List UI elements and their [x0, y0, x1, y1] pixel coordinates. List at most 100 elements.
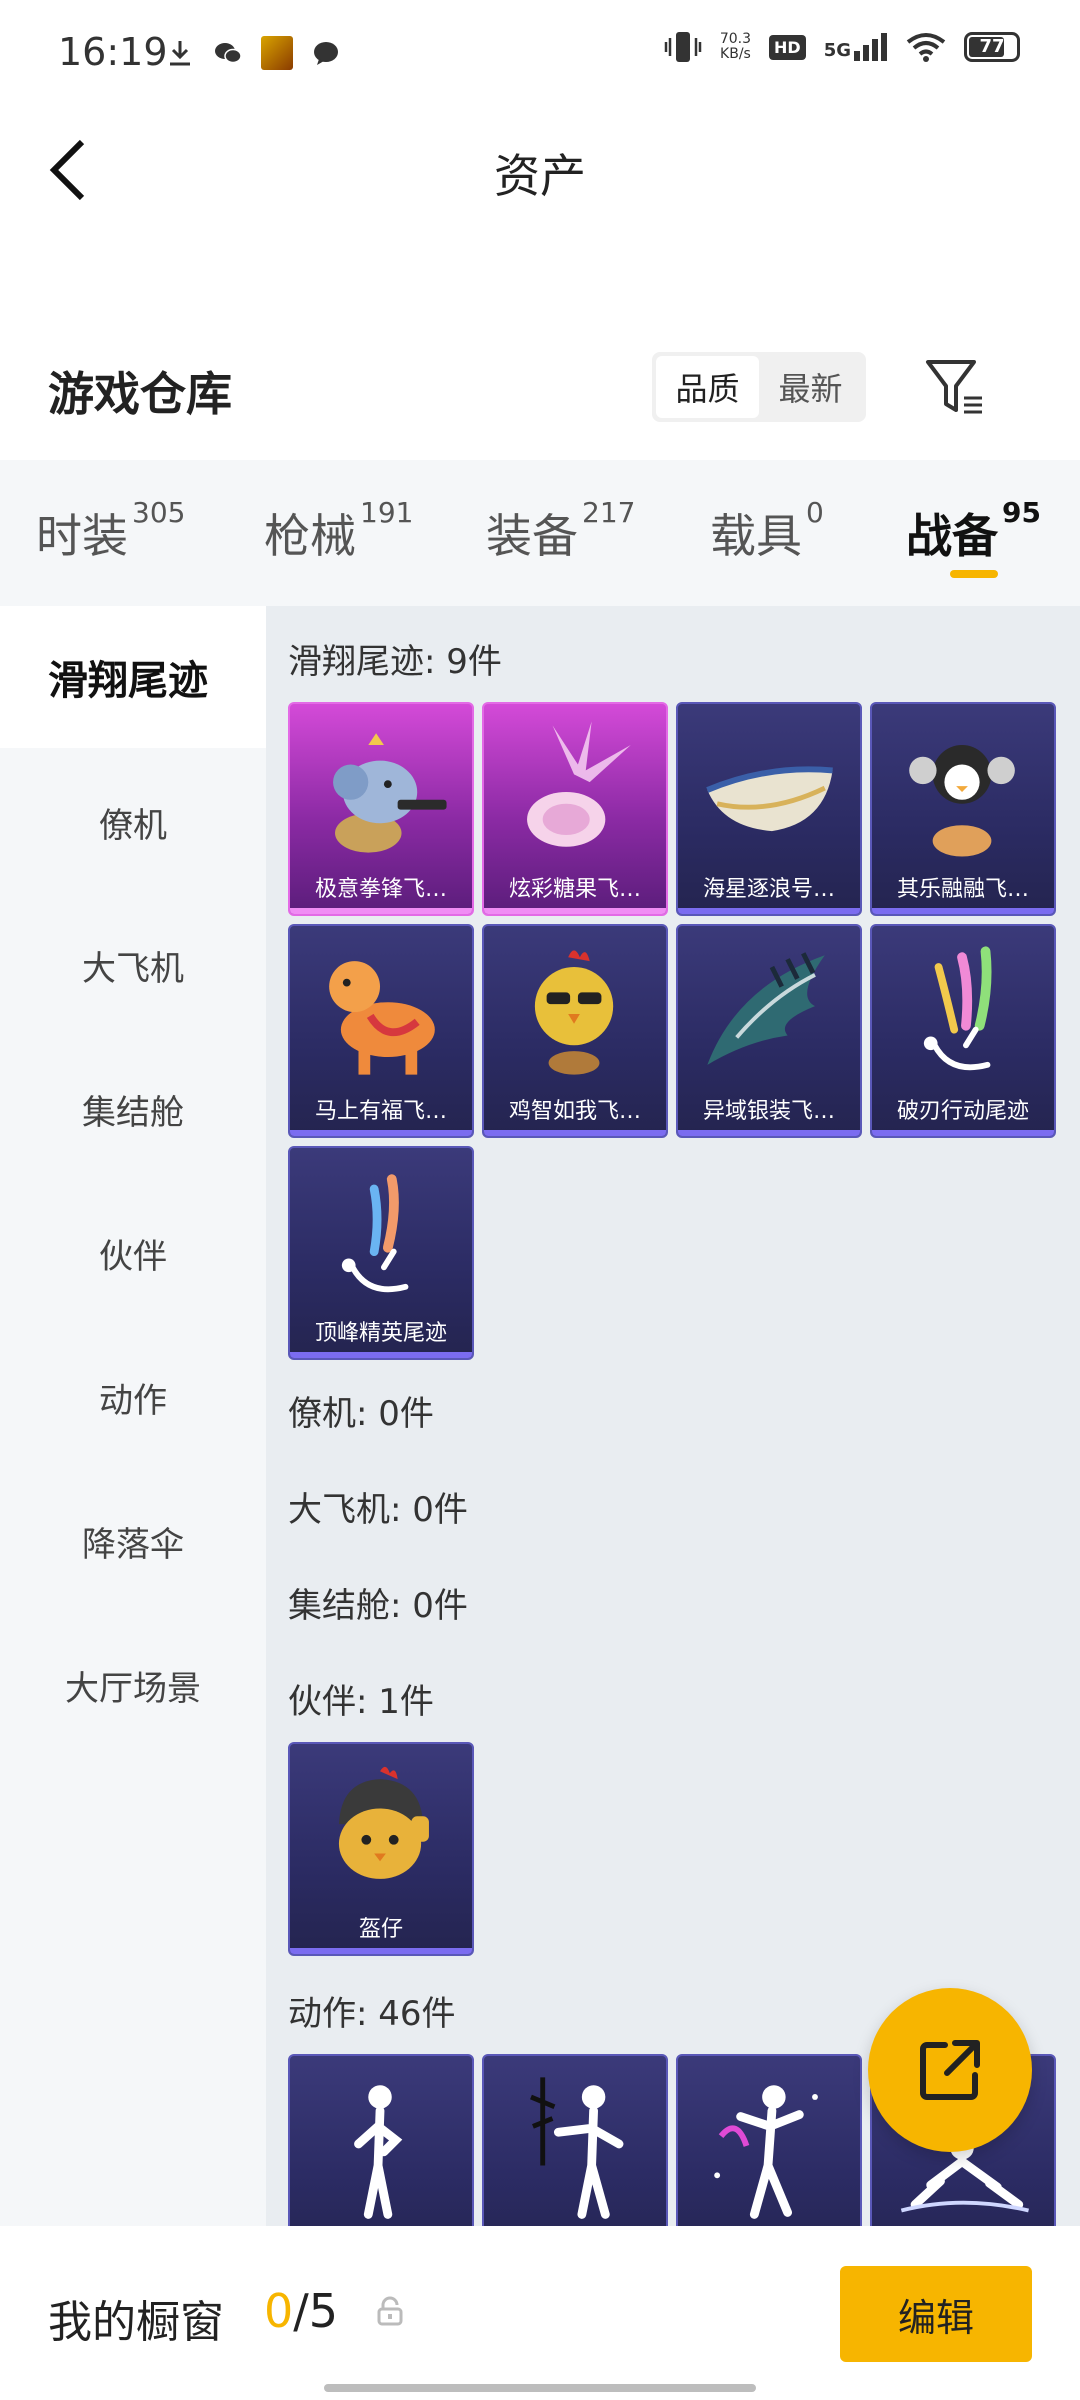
tab-count: 217 — [582, 495, 636, 529]
penguin-toy-icon — [909, 744, 1015, 857]
item-grid-area: 滑翔尾迹: 9件 极意拳锋飞… 炫彩糖果飞… 海星逐浪号… 其乐融融飞… 马上有… — [266, 606, 1080, 2226]
candy-wrapper-icon — [527, 721, 631, 847]
item-card[interactable]: 极意拳锋飞… — [288, 702, 474, 916]
showcase-total: /5 — [293, 2284, 339, 2338]
status-bar: 16:19 70.3 KB/s HD 5G 77 — [0, 0, 1080, 110]
sort-option-newest[interactable]: 最新 — [759, 356, 862, 418]
item-card[interactable]: 炫彩糖果飞… — [482, 702, 668, 916]
pose-figure-icon — [354, 2085, 403, 2219]
app-header: 资产 — [0, 110, 1080, 230]
signal-type-label: 5G — [823, 40, 851, 61]
sidebar-item-emote[interactable]: 动作 — [0, 1326, 266, 1468]
sidebar-item-lobby-scene[interactable]: 大厅场景 — [0, 1614, 266, 1756]
rarity-bar — [872, 908, 1054, 914]
tab-count: 305 — [132, 495, 186, 529]
download-icon — [170, 41, 190, 66]
section-header-big-plane: 大飞机: 0件 — [288, 1490, 468, 1530]
message-icon — [314, 42, 338, 65]
rarity-bar — [678, 908, 860, 914]
item-card[interactable]: 破刃行动尾迹 — [870, 924, 1056, 1138]
rarity-bar — [872, 1130, 1054, 1136]
sidebar-item-companion[interactable]: 伙伴 — [0, 1182, 266, 1324]
rooster-icon — [534, 950, 614, 1075]
battery-level: 77 — [979, 36, 1005, 57]
warehouse-title: 游戏仓库 — [48, 367, 232, 421]
sidebar-item-pod[interactable]: 集结舱 — [0, 1038, 266, 1180]
tab-label: 战备 — [906, 509, 998, 563]
item-card[interactable]: 顶峰精英尾迹 — [288, 1146, 474, 1360]
showcase-title: 我的橱窗 — [48, 2297, 224, 2348]
item-name: 盔仔 — [358, 1917, 403, 1942]
item-name: 其乐融融飞… — [896, 877, 1029, 902]
system-icons: 70.3 KB/s HD 5G 77 — [664, 30, 1020, 64]
item-card[interactable] — [482, 2054, 668, 2226]
tab-weapons[interactable]: 枪械 191 — [264, 496, 413, 566]
item-card[interactable]: 异域银装飞… — [676, 924, 862, 1138]
boat-icon — [706, 766, 833, 832]
item-card[interactable] — [288, 2054, 474, 2226]
pose-figure-icon — [530, 2077, 624, 2219]
tab-count: 0 — [806, 495, 824, 529]
tab-label: 装备 — [486, 509, 578, 563]
share-button[interactable] — [868, 1988, 1032, 2152]
signal-bars-icon — [854, 33, 887, 61]
item-name: 马上有福飞… — [314, 1099, 447, 1124]
elephant-toy-icon — [333, 733, 447, 853]
rarity-bar — [290, 1948, 472, 1954]
rarity-bar — [290, 908, 472, 914]
lock-icon[interactable] — [376, 2296, 404, 2326]
sort-option-quality[interactable]: 品质 — [656, 356, 759, 418]
dance-figure-icon — [714, 2085, 818, 2219]
cell-signal: 5G — [824, 33, 888, 61]
tab-vehicles[interactable]: 载具 0 — [710, 496, 824, 566]
item-name: 极意拳锋飞… — [314, 877, 447, 902]
tab-equipment[interactable]: 装备 217 — [486, 496, 635, 566]
section-header-companion: 伙伴: 1件 — [288, 1682, 434, 1722]
home-indicator[interactable] — [324, 2384, 756, 2392]
section-header-wingman: 僚机: 0件 — [288, 1394, 434, 1434]
tab-count: 95 — [1002, 495, 1041, 529]
tab-combat-prep[interactable]: 战备 95 — [906, 496, 1041, 566]
section-header-pod: 集结舱: 0件 — [288, 1586, 468, 1626]
item-name: 破刃行动尾迹 — [896, 1099, 1029, 1124]
skydiver-trail-icon — [341, 1174, 409, 1293]
item-card[interactable] — [676, 2054, 862, 2226]
active-tab-indicator — [950, 570, 998, 578]
edit-button[interactable]: 编辑 — [840, 2266, 1032, 2362]
page-title: 资产 — [494, 149, 586, 203]
item-name: 炫彩糖果飞… — [508, 877, 641, 902]
rarity-bar — [484, 908, 666, 914]
notification-icons — [165, 36, 341, 70]
vibrate-icon — [664, 32, 702, 62]
item-card[interactable]: 其乐融融飞… — [870, 702, 1056, 916]
section-header-emote: 动作: 46件 — [288, 1994, 456, 2034]
tab-label: 载具 — [710, 509, 802, 563]
wechat-icon — [215, 43, 242, 64]
tab-label: 枪械 — [264, 509, 356, 563]
sidebar-item-wingman[interactable]: 僚机 — [0, 751, 266, 893]
network-speed-unit: KB/s — [720, 46, 751, 62]
battery-icon: 77 — [964, 32, 1020, 62]
sidebar-item-parachute[interactable]: 降落伞 — [0, 1470, 266, 1612]
tab-fashion[interactable]: 时装 305 — [36, 496, 185, 566]
helmet-chick-icon — [338, 1766, 429, 1879]
sidebar-item-glide-trail[interactable]: 滑翔尾迹 — [0, 606, 266, 748]
item-card[interactable]: 海星逐浪号… — [676, 702, 862, 916]
sidebar-item-big-plane[interactable]: 大飞机 — [0, 894, 266, 1036]
rarity-bar — [290, 1352, 472, 1358]
item-name: 顶峰精英尾迹 — [314, 1321, 447, 1346]
item-card[interactable]: 盔仔 — [288, 1742, 474, 1956]
item-card[interactable]: 鸡智如我飞… — [482, 924, 668, 1138]
item-name: 鸡智如我飞… — [508, 1099, 641, 1124]
wifi-icon — [906, 33, 946, 62]
subcategory-sidebar: 滑翔尾迹 僚机 大飞机 集结舱 伙伴 动作 降落伞 大厅场景 — [0, 606, 266, 2226]
toy-horse-icon — [329, 961, 435, 1075]
tab-count: 191 — [360, 495, 414, 529]
game-app-icon — [261, 36, 293, 70]
item-card[interactable]: 马上有福飞… — [288, 924, 474, 1138]
network-speed-value: 70.3 — [719, 31, 752, 47]
tab-label: 时装 — [36, 509, 128, 563]
rarity-bar — [678, 1130, 860, 1136]
item-name: 异域银装飞… — [702, 1099, 835, 1124]
filter-icon[interactable] — [920, 352, 990, 422]
